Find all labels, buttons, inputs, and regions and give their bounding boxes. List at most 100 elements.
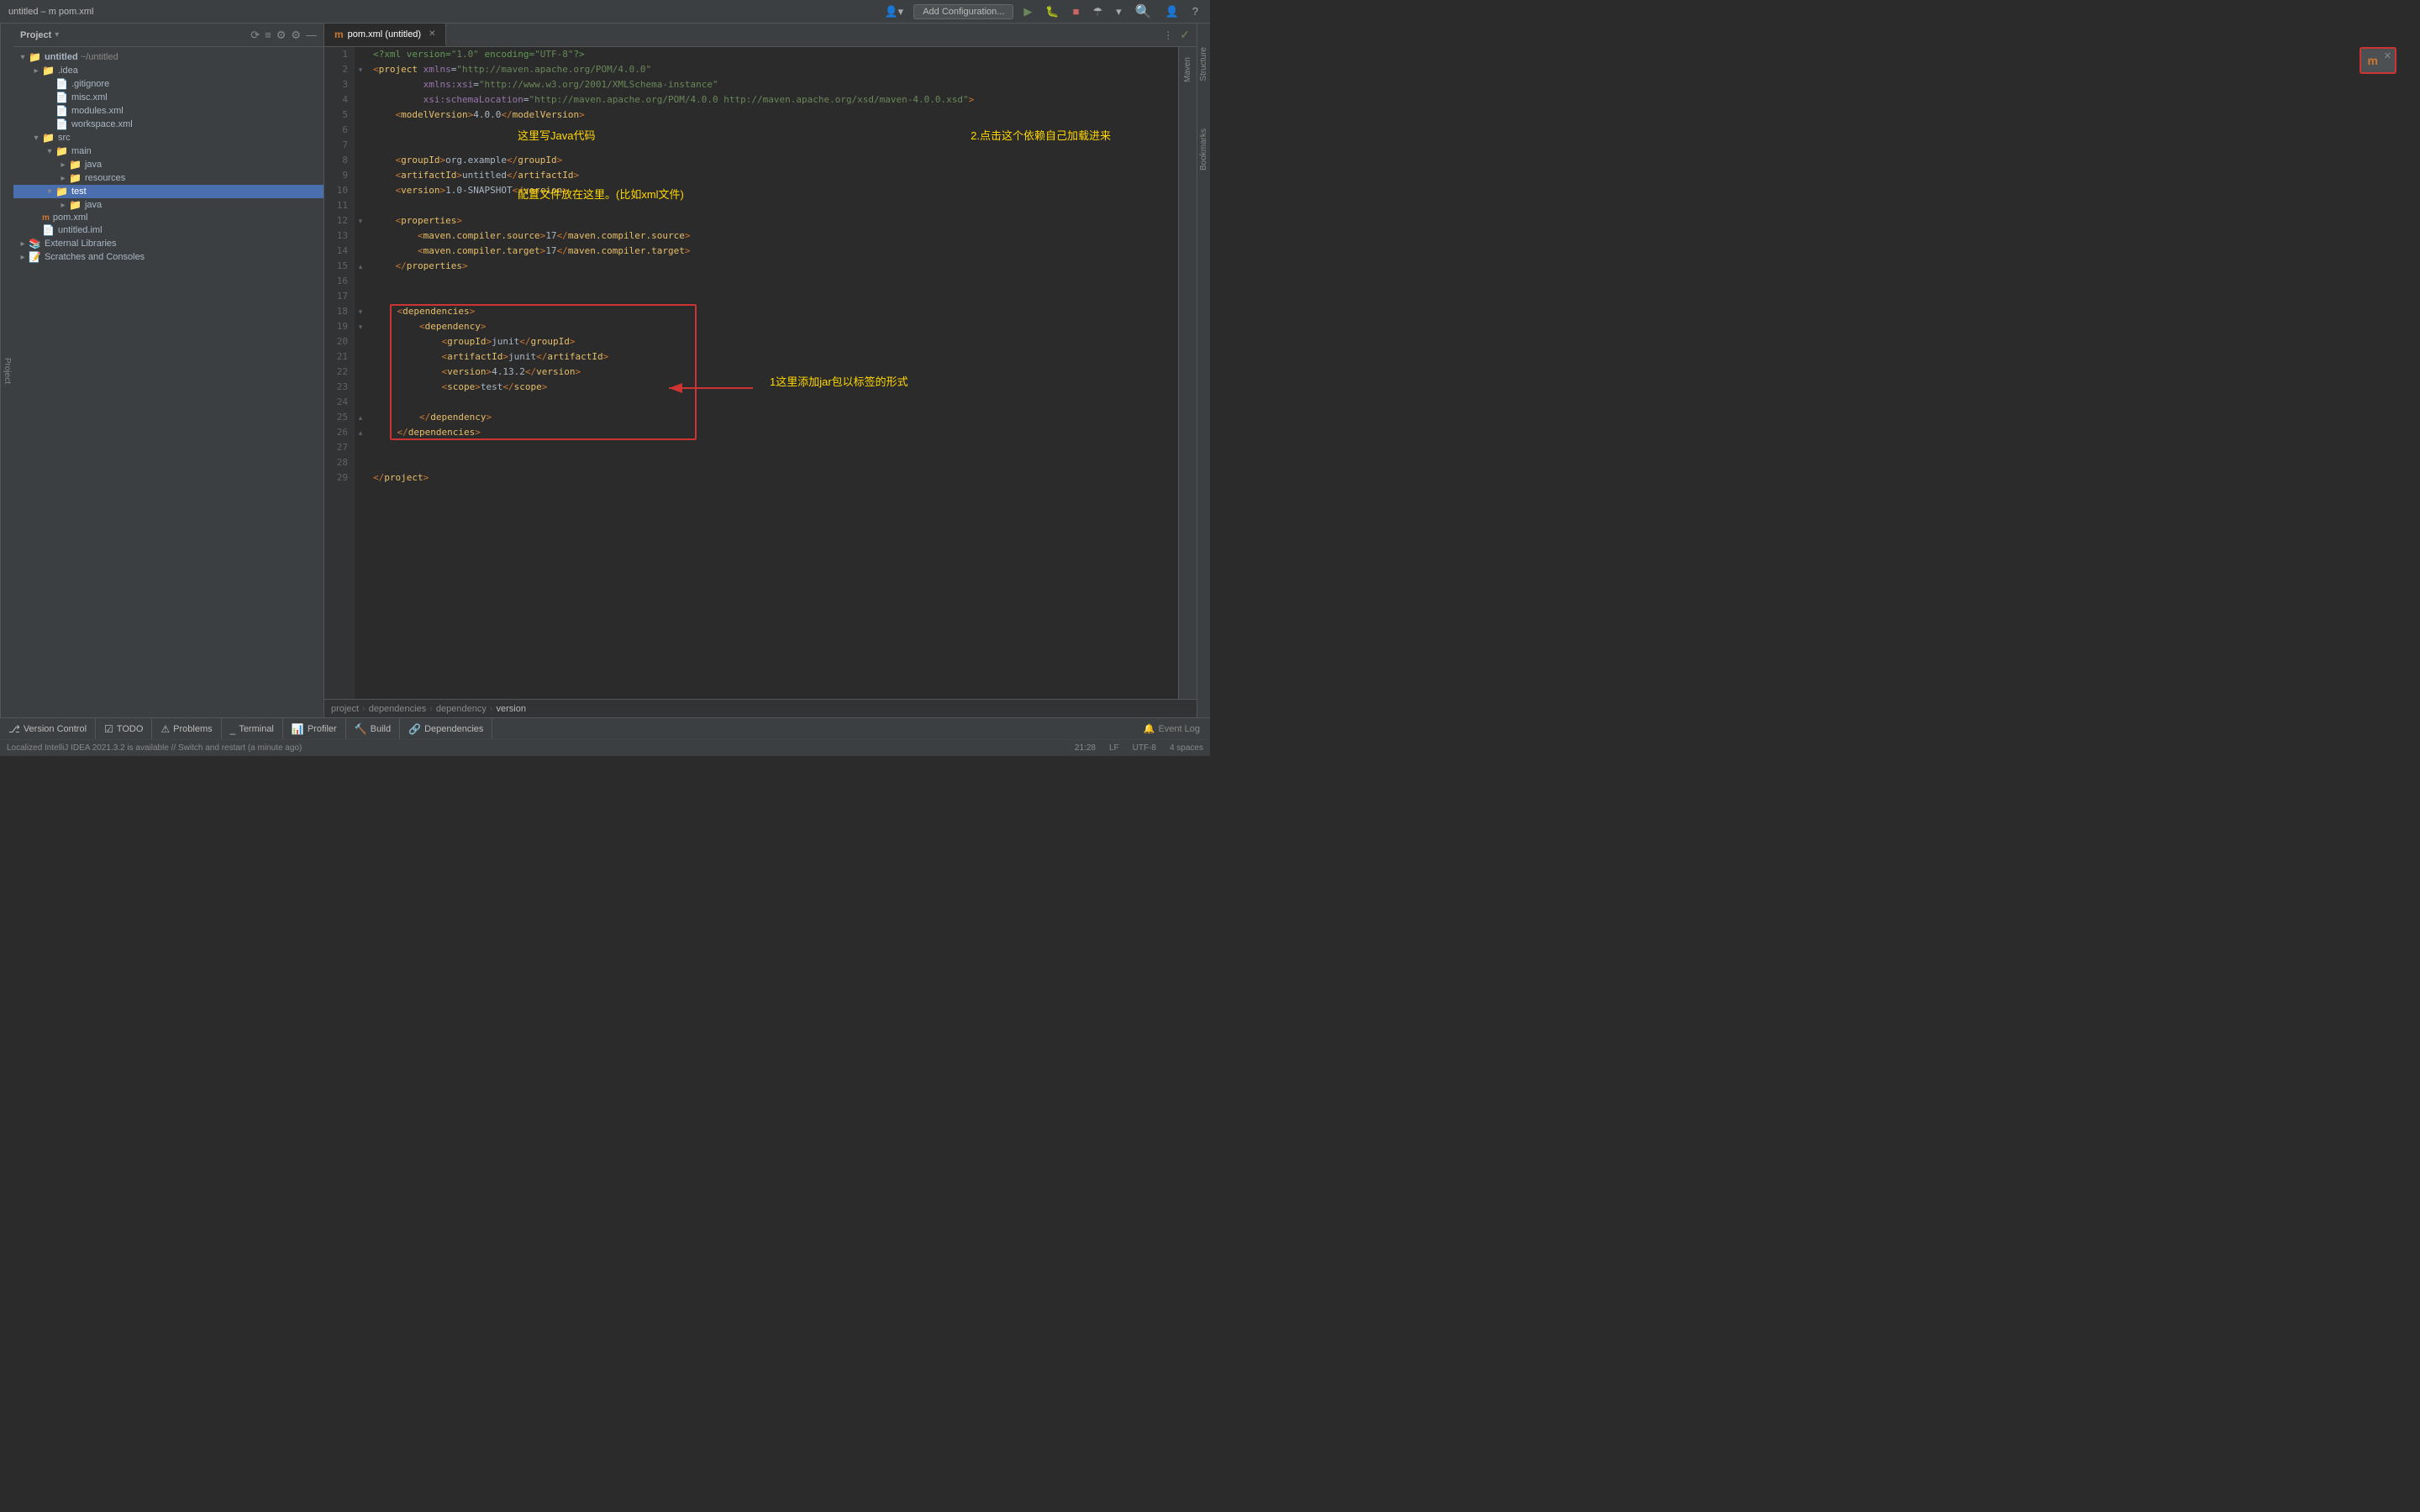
structure-label[interactable]: Structure (1197, 40, 1210, 88)
code-line-16 (373, 274, 1171, 289)
line-numbers: 1 2 3 4 5 6 7 8 9 10 11 12 13 14 15 16 1… (324, 47, 355, 699)
tree-item-misc[interactable]: 📄 misc.xml (13, 91, 324, 104)
dependencies-button[interactable]: 🔗 Dependencies (400, 718, 492, 739)
tree-item-extlibs[interactable]: ▸ 📚 External Libraries (13, 237, 324, 250)
terminal-icon: _ (230, 723, 236, 735)
search-icon[interactable]: 🔍 (1132, 2, 1155, 22)
tree-item-pom[interactable]: m pom.xml (13, 212, 324, 223)
charset: UTF-8 (1133, 743, 1156, 753)
code-editor[interactable]: <?xml version="1.0" encoding="UTF-8"?> <… (366, 47, 1178, 699)
avatar-icon[interactable]: 👤 (1162, 3, 1182, 20)
todo-icon: ☑ (104, 723, 113, 735)
code-line-28 (373, 455, 1171, 470)
build-button[interactable]: 🔨 Build (346, 718, 400, 739)
breadcrumb-dependency[interactable]: dependency (436, 704, 487, 714)
annotation-config-files: 配置文件放在这里。(比如xml文件) (518, 186, 684, 202)
maven-popup-close-icon[interactable]: ✕ (2384, 50, 2391, 61)
terminal-button[interactable]: _ Terminal (222, 718, 283, 739)
right-panel: Maven (1178, 47, 1197, 699)
tree-item-gitignore[interactable]: 📄 .gitignore (13, 77, 324, 91)
tree-item-java-main[interactable]: ▸ 📁 java (13, 158, 324, 171)
profiler-label: Profiler (308, 724, 337, 734)
collapse-icon[interactable]: ≡ (265, 29, 271, 42)
breadcrumb-version[interactable]: version (497, 704, 526, 714)
code-line-27 (373, 440, 1171, 455)
code-line-8: <groupId>org.example</groupId> (373, 153, 1171, 168)
breadcrumb-sep-1: › (362, 704, 366, 714)
bookmarks-label[interactable]: Bookmarks (1197, 122, 1210, 177)
tree-item-scratches[interactable]: ▸ 📝 Scratches and Consoles (13, 250, 324, 264)
code-line-18: <dependencies> (373, 304, 1171, 319)
problems-label: Problems (173, 724, 212, 734)
tree-item-test[interactable]: ▾ 📁 test (13, 185, 324, 198)
tree-item-src[interactable]: ▾ 📁 src (13, 131, 324, 144)
tab-bar: m pom.xml (untitled) ✕ ⋮ ✓ (324, 24, 1197, 47)
problems-button[interactable]: ⚠ Problems (152, 718, 221, 739)
breadcrumb-bar: project › dependencies › dependency › ve… (324, 699, 1197, 717)
code-line-11 (373, 198, 1171, 213)
todo-button[interactable]: ☑ TODO (96, 718, 152, 739)
event-log-label: Event Log (1158, 724, 1200, 734)
debug-icon[interactable]: 🐛 (1042, 3, 1062, 20)
sidebar-dropdown-icon[interactable]: ▾ (55, 30, 59, 39)
breadcrumb-dependencies[interactable]: dependencies (369, 704, 427, 714)
tree-item-resources[interactable]: ▸ 📁 resources (13, 171, 324, 185)
build-label: Build (371, 724, 391, 734)
indent-settings: 4 spaces (1170, 743, 1203, 753)
tree-item-iml[interactable]: 📄 untitled.iml (13, 223, 324, 237)
tab-close-icon[interactable]: ✕ (429, 29, 435, 39)
version-control-button[interactable]: ⎇ Version Control (0, 718, 96, 739)
tree-item-workspace[interactable]: 📄 workspace.xml (13, 118, 324, 131)
tree-item-untitled[interactable]: ▾ 📁 untitled ~/untitled (13, 50, 324, 64)
tree-item-idea[interactable]: ▸ 📁 .idea (13, 64, 324, 77)
tree-item-main[interactable]: ▾ 📁 main (13, 144, 324, 158)
fold-gutter: ▾ ▾ ▴ ▾ ▾ (355, 47, 366, 699)
version-control-icon: ⎇ (8, 723, 20, 735)
help-icon[interactable]: ? (1189, 3, 1202, 19)
run-icon[interactable]: ▶ (1020, 3, 1035, 20)
code-line-5: <modelVersion>4.0.0</modelVersion> (373, 108, 1171, 123)
maven-popup-icon: m (2368, 54, 2378, 67)
stop-icon[interactable]: ■ (1070, 3, 1083, 19)
tree-item-modules[interactable]: 📄 modules.xml (13, 104, 324, 118)
sidebar-header: Project ▾ ⟳ ≡ ⚙ ⚙ — (13, 24, 324, 47)
more-run-icon[interactable]: ▾ (1113, 3, 1125, 20)
breadcrumb-project[interactable]: project (331, 704, 359, 714)
sidebar-tree: ▾ 📁 untitled ~/untitled ▸ 📁 .idea 📄 .git… (13, 47, 324, 717)
code-line-10: <version>1.0-SNAPSHOT</version> (373, 183, 1171, 198)
code-line-13: <maven.compiler.source>17</maven.compile… (373, 228, 1171, 244)
code-line-29: </project> (373, 470, 1171, 486)
filter-icon[interactable]: ⚙ (276, 29, 287, 42)
annotation-add-jar: 1这里添加jar包以标签的形式 (770, 373, 908, 389)
title-bar: untitled – m pom.xml 👤▾ Add Configuratio… (0, 0, 1210, 24)
event-log-button[interactable]: 🔔 Event Log (1144, 723, 1200, 734)
tree-item-java-test[interactable]: ▸ 📁 java (13, 198, 324, 212)
profiler-icon: 📊 (292, 723, 304, 735)
breadcrumb-sep-3: › (490, 704, 493, 714)
code-line-19: <dependency> (373, 319, 1171, 334)
code-line-2: <project xmlns="http://maven.apache.org/… (373, 62, 1171, 77)
tab-label: pom.xml (untitled) (348, 29, 421, 39)
project-label[interactable]: Project (0, 24, 13, 717)
minimize-icon[interactable]: — (306, 29, 317, 42)
settings-icon[interactable]: ⚙ (291, 29, 301, 42)
sync-icon[interactable]: ⟳ (250, 29, 260, 42)
profiler-button[interactable]: 📊 Profiler (283, 718, 346, 739)
dependencies-icon: 🔗 (408, 723, 421, 735)
profile-icon[interactable]: 👤▾ (881, 3, 907, 20)
build-icon: 🔨 (355, 723, 367, 735)
line-ending: LF (1109, 743, 1119, 753)
version-control-label: Version Control (24, 724, 87, 734)
editor-tab[interactable]: m pom.xml (untitled) ✕ (324, 24, 446, 46)
status-message: Localized IntelliJ IDEA 2021.3.2 is avai… (7, 743, 302, 753)
code-line-3: xmlns:xsi="http://www.w3.org/2001/XMLSch… (373, 77, 1171, 92)
editor-content: 1 2 3 4 5 6 7 8 9 10 11 12 13 14 15 16 1… (324, 47, 1197, 699)
status-bar: Localized IntelliJ IDEA 2021.3.2 is avai… (0, 739, 1210, 756)
event-log-icon: 🔔 (1144, 723, 1155, 734)
sidebar-title: Project (20, 30, 51, 40)
tab-more-icon[interactable]: ⋮ (1163, 29, 1180, 41)
maven-panel-label[interactable]: Maven (1181, 50, 1195, 89)
code-line-20: <groupId>junit</groupId> (373, 334, 1171, 349)
coverage-icon[interactable]: ☂ (1089, 3, 1106, 20)
add-config-button[interactable]: Add Configuration... (913, 4, 1013, 19)
